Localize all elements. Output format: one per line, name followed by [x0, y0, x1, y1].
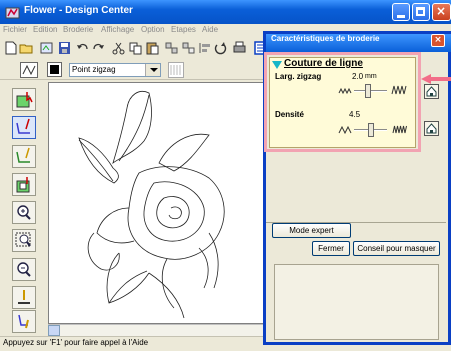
rose-design-drawing: [78, 91, 225, 319]
ungroup-icon[interactable]: [181, 41, 196, 55]
zoom-out-icon: [17, 262, 31, 277]
paste-icon[interactable]: [145, 41, 160, 55]
menu-aide[interactable]: Aide: [202, 25, 218, 34]
home-icon: [426, 86, 437, 97]
app-icon: [5, 7, 20, 19]
line-tool-button[interactable]: [12, 116, 36, 139]
zoom-out-button[interactable]: [12, 258, 36, 281]
close-button[interactable]: ×: [432, 3, 451, 21]
curve-tool-button[interactable]: [12, 145, 36, 168]
select-tool-icon: [16, 92, 33, 108]
menu-edition[interactable]: Edition: [33, 25, 57, 34]
narrow-zigzag-icon: [338, 87, 352, 95]
horizontal-scrollbar[interactable]: [48, 324, 270, 336]
preview-box: [274, 264, 439, 340]
collapse-triangle-icon[interactable]: [272, 61, 282, 69]
density-value: 4.5: [349, 110, 361, 119]
fermer-button[interactable]: Fermer: [312, 241, 350, 256]
high-density-icon: [392, 125, 407, 134]
line-sew-type-icon[interactable]: [20, 62, 38, 78]
sewing-order-button[interactable]: [12, 310, 36, 333]
callout-arrow-line: [430, 77, 451, 81]
zigzag-width-unit: mm: [365, 73, 377, 80]
panel-close-button[interactable]: ×: [431, 34, 445, 47]
zigzag-width-value: 2.0: [352, 72, 364, 81]
new-file-icon[interactable]: [3, 41, 18, 55]
shape-tool-button[interactable]: [12, 173, 36, 196]
menu-fichier[interactable]: Fichier: [3, 25, 27, 34]
status-text: Appuyez sur 'F1' pour faire appel à l'Ai…: [3, 338, 149, 347]
minimize-button[interactable]: [392, 3, 410, 21]
stitch-type-dropdown-button[interactable]: [145, 64, 160, 76]
fill-pattern-icon[interactable]: [168, 62, 184, 78]
density-default-button[interactable]: [424, 121, 439, 136]
open-folder-icon[interactable]: [19, 41, 34, 55]
density-label: Densité: [275, 110, 304, 119]
curve-tool-icon: [16, 147, 30, 163]
panel-title: Caractéristiques de broderie: [271, 34, 380, 43]
zoom-in-icon: [17, 205, 31, 220]
zigzag-width-label: Larg. zigzag: [275, 72, 322, 81]
cut-icon[interactable]: [111, 41, 126, 55]
stitch-point-button[interactable]: [12, 286, 36, 309]
redo-icon[interactable]: [91, 41, 106, 55]
zigzag-width-slider-thumb[interactable]: [365, 84, 371, 98]
sewing-order-icon: [18, 314, 29, 329]
menu-option[interactable]: Option: [141, 25, 165, 34]
scroll-left-button[interactable]: [48, 325, 60, 336]
copy-icon[interactable]: [128, 41, 143, 55]
low-density-icon: [338, 126, 352, 134]
rotate-icon[interactable]: [213, 41, 228, 55]
stitch-type-select[interactable]: Point zigzag: [69, 63, 161, 77]
line-tool-icon: [16, 118, 30, 134]
select-tool-button[interactable]: [12, 88, 36, 111]
menu-broderie[interactable]: Broderie: [63, 25, 93, 34]
align-icon[interactable]: [198, 41, 213, 55]
menu-etapes[interactable]: Etapes: [171, 25, 196, 34]
import-icon[interactable]: [39, 41, 54, 55]
callout-arrow-icon: [421, 74, 431, 84]
zigzag-width-default-button[interactable]: [424, 84, 439, 99]
wide-zigzag-icon: [391, 85, 407, 95]
menu-affichage[interactable]: Affichage: [101, 25, 134, 34]
conseil-masquer-button[interactable]: Conseil pour masquer: [353, 241, 440, 256]
needle-point-icon: [18, 290, 30, 304]
maximize-button[interactable]: [412, 3, 430, 21]
home-icon: [426, 123, 437, 134]
save-icon[interactable]: [57, 41, 72, 55]
thread-color-swatch[interactable]: [47, 62, 62, 77]
density-slider-thumb[interactable]: [368, 123, 374, 137]
zoom-area-button[interactable]: [12, 229, 36, 252]
undo-icon[interactable]: [75, 41, 90, 55]
design-canvas[interactable]: [48, 82, 270, 324]
mode-expert-button[interactable]: Mode expert: [272, 223, 351, 238]
print-icon[interactable]: [232, 41, 247, 55]
section-heading[interactable]: Couture de ligne: [284, 58, 363, 69]
zoom-area-icon: [15, 232, 31, 247]
shape-tool-icon: [16, 177, 30, 193]
window-title: Flower - Design Center: [24, 5, 133, 16]
zoom-in-button[interactable]: [12, 201, 36, 224]
group-icon[interactable]: [164, 41, 179, 55]
stitch-type-value: Point zigzag: [72, 65, 116, 74]
